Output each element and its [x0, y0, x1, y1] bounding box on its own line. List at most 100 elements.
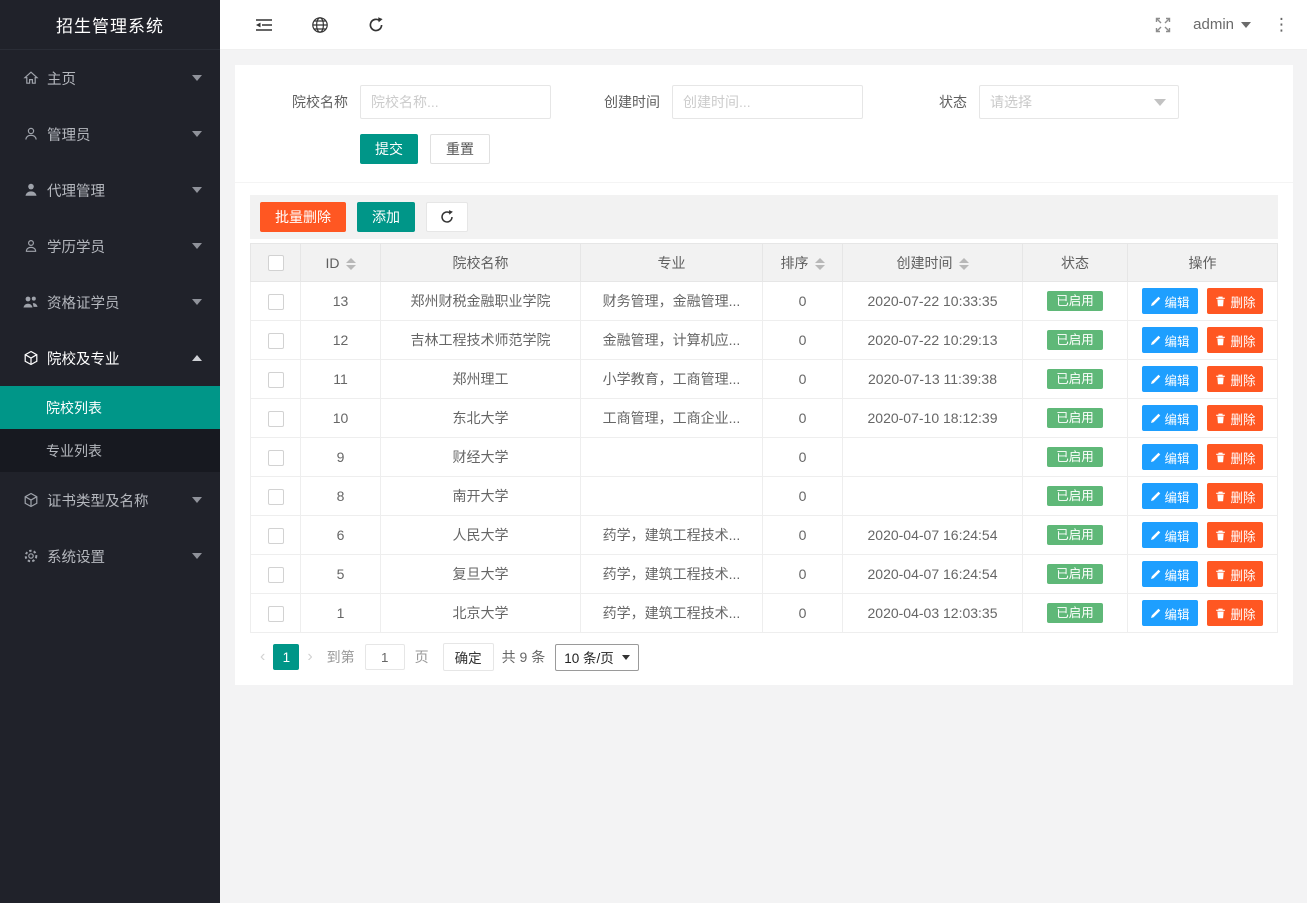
cell-major: 财务管理，金融管理...	[581, 282, 763, 321]
prev-page-icon[interactable]: ‹	[252, 648, 273, 666]
table-refresh-button[interactable]	[426, 202, 468, 232]
cell-major: 药学，建筑工程技术...	[581, 594, 763, 633]
delete-button[interactable]: 删除	[1207, 561, 1263, 587]
globe-icon[interactable]	[300, 5, 340, 45]
certificate-students-icon	[22, 294, 39, 311]
row-checkbox[interactable]	[268, 294, 284, 310]
more-options-icon[interactable]: ⋮	[1273, 15, 1290, 35]
cell-sort: 0	[763, 399, 843, 438]
sort-icon[interactable]	[346, 258, 356, 270]
edit-button[interactable]: 编辑	[1142, 327, 1198, 353]
edit-button[interactable]: 编辑	[1142, 483, 1198, 509]
status-badge: 已启用	[1047, 408, 1103, 429]
row-checkbox[interactable]	[268, 489, 284, 505]
cell-created: 2020-07-10 18:12:39	[843, 399, 1023, 438]
edit-button[interactable]: 编辑	[1142, 561, 1198, 587]
cell-school: 财经大学	[381, 438, 581, 477]
cell-school: 吉林工程技术师范学院	[381, 321, 581, 360]
sidebar-item-home[interactable]: 主页	[0, 50, 220, 106]
table-row: 9 财经大学 0 已启用 编辑	[251, 438, 1278, 477]
cell-sort: 0	[763, 321, 843, 360]
table-row: 8 南开大学 0 已启用 编辑	[251, 477, 1278, 516]
submit-button[interactable]: 提交	[360, 134, 418, 164]
trash-icon	[1215, 608, 1226, 619]
cell-sort: 0	[763, 282, 843, 321]
cell-sort: 0	[763, 477, 843, 516]
col-header-actions: 操作	[1128, 244, 1278, 282]
fullscreen-icon[interactable]	[1143, 5, 1183, 45]
edit-button[interactable]: 编辑	[1142, 522, 1198, 548]
edit-button[interactable]: 编辑	[1142, 366, 1198, 392]
sidebar-item-major-list[interactable]: 专业列表	[0, 429, 220, 472]
cell-id: 10	[301, 399, 381, 438]
edit-button[interactable]: 编辑	[1142, 600, 1198, 626]
status-badge: 已启用	[1047, 603, 1103, 624]
sidebar-item-agents[interactable]: 代理管理	[0, 162, 220, 218]
cell-id: 5	[301, 555, 381, 594]
select-all-checkbox[interactable]	[268, 255, 284, 271]
row-checkbox[interactable]	[268, 372, 284, 388]
page-size-select[interactable]: 10 条/页	[555, 644, 639, 671]
sidebar-item-school-list[interactable]: 院校列表	[0, 386, 220, 429]
trash-icon	[1215, 569, 1226, 580]
collapse-sidebar-icon[interactable]	[244, 5, 284, 45]
sidebar-item-system-settings[interactable]: 系统设置	[0, 528, 220, 584]
sort-icon[interactable]	[959, 258, 969, 270]
row-checkbox[interactable]	[268, 333, 284, 349]
table-row: 10 东北大学 工商管理，工商企业... 0 2020-07-10 18:12:…	[251, 399, 1278, 438]
sidebar-item-degree-students[interactable]: 学历学员	[0, 218, 220, 274]
table-row: 6 人民大学 药学，建筑工程技术... 0 2020-04-07 16:24:5…	[251, 516, 1278, 555]
user-menu[interactable]: admin	[1193, 16, 1251, 33]
delete-button[interactable]: 删除	[1207, 483, 1263, 509]
table-row: 13 郑州财税金融职业学院 财务管理，金融管理... 0 2020-07-22 …	[251, 282, 1278, 321]
sidebar-item-label: 资格证学员	[47, 292, 192, 313]
cell-school: 人民大学	[381, 516, 581, 555]
edit-button[interactable]: 编辑	[1142, 444, 1198, 470]
col-header-status: 状态	[1023, 244, 1128, 282]
sidebar-item-admins[interactable]: 管理员	[0, 106, 220, 162]
status-badge: 已启用	[1047, 369, 1103, 390]
col-header-major: 专业	[581, 244, 763, 282]
row-checkbox[interactable]	[268, 567, 284, 583]
edit-button[interactable]: 编辑	[1142, 405, 1198, 431]
created-time-input[interactable]	[672, 85, 863, 119]
page-number-active[interactable]: 1	[273, 644, 299, 670]
delete-button[interactable]: 删除	[1207, 522, 1263, 548]
edit-button[interactable]: 编辑	[1142, 288, 1198, 314]
trash-icon	[1215, 374, 1226, 385]
cell-school: 复旦大学	[381, 555, 581, 594]
next-page-icon[interactable]: ›	[299, 648, 320, 666]
school-name-input[interactable]	[360, 85, 551, 119]
add-button[interactable]: 添加	[357, 202, 415, 232]
row-checkbox[interactable]	[268, 450, 284, 466]
pencil-icon	[1150, 335, 1161, 346]
sidebar-item-certificate-students[interactable]: 资格证学员	[0, 274, 220, 330]
degree-student-icon	[22, 238, 39, 255]
refresh-icon[interactable]	[356, 5, 396, 45]
pencil-icon	[1150, 491, 1161, 502]
row-checkbox[interactable]	[268, 606, 284, 622]
col-header-created[interactable]: 创建时间	[843, 244, 1023, 282]
reset-button[interactable]: 重置	[430, 134, 490, 164]
sort-icon[interactable]	[815, 258, 825, 270]
status-select[interactable]: 请选择	[979, 85, 1179, 119]
sidebar-item-schools-majors[interactable]: 院校及专业	[0, 330, 220, 386]
sidebar-item-certificate-types[interactable]: 证书类型及名称	[0, 472, 220, 528]
delete-button[interactable]: 删除	[1207, 600, 1263, 626]
confirm-page-button[interactable]: 确定	[443, 643, 494, 671]
sidebar: 招生管理系统 主页 管理员 代理管理 学历	[0, 0, 220, 903]
batch-delete-button[interactable]: 批量删除	[260, 202, 346, 232]
col-header-sort[interactable]: 排序	[763, 244, 843, 282]
delete-button[interactable]: 删除	[1207, 366, 1263, 392]
delete-button[interactable]: 删除	[1207, 405, 1263, 431]
topbar: admin ⋮	[220, 0, 1307, 50]
cell-sort: 0	[763, 360, 843, 399]
table-header-row: ID 院校名称 专业 排序 创建时间 状态 操作	[251, 244, 1278, 282]
goto-page-input[interactable]	[365, 644, 405, 670]
delete-button[interactable]: 删除	[1207, 444, 1263, 470]
col-header-id[interactable]: ID	[301, 244, 381, 282]
delete-button[interactable]: 删除	[1207, 288, 1263, 314]
delete-button[interactable]: 删除	[1207, 327, 1263, 353]
row-checkbox[interactable]	[268, 528, 284, 544]
row-checkbox[interactable]	[268, 411, 284, 427]
